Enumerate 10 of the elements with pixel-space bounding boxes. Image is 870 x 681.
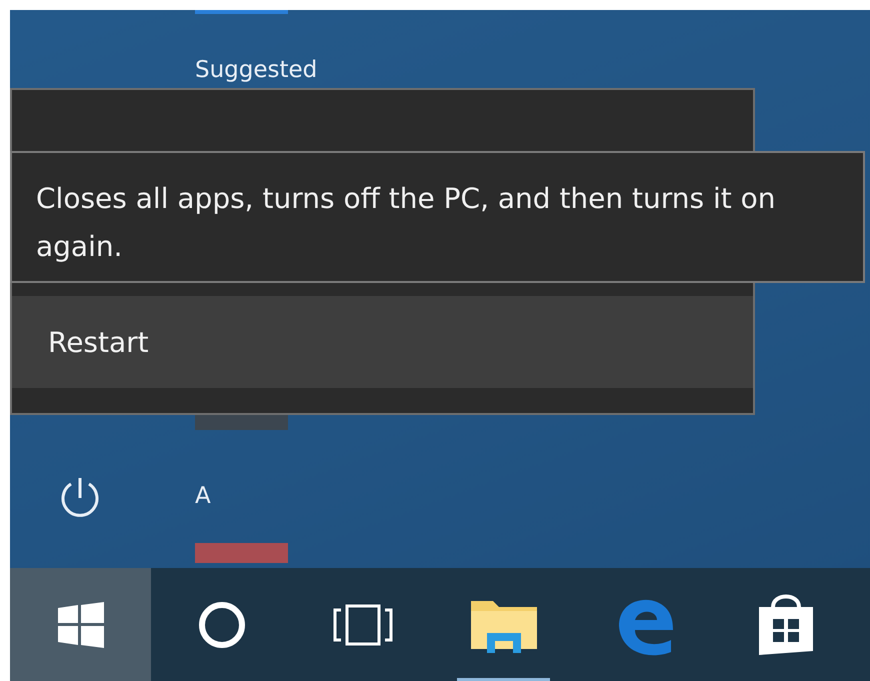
tooltip: Closes all apps, turns off the PC, and then turns it on again. <box>10 151 865 283</box>
circle-icon <box>198 600 246 648</box>
app-tile[interactable] <box>195 542 288 562</box>
task-view-icon <box>332 604 394 646</box>
section-heading: Suggested <box>195 56 318 85</box>
app-tile[interactable] <box>195 10 288 14</box>
windows-logo-icon <box>58 602 104 648</box>
taskbar-button[interactable] <box>10 568 151 681</box>
menu-item[interactable]: Restart <box>12 296 753 388</box>
letter-heading[interactable]: A <box>195 482 211 510</box>
